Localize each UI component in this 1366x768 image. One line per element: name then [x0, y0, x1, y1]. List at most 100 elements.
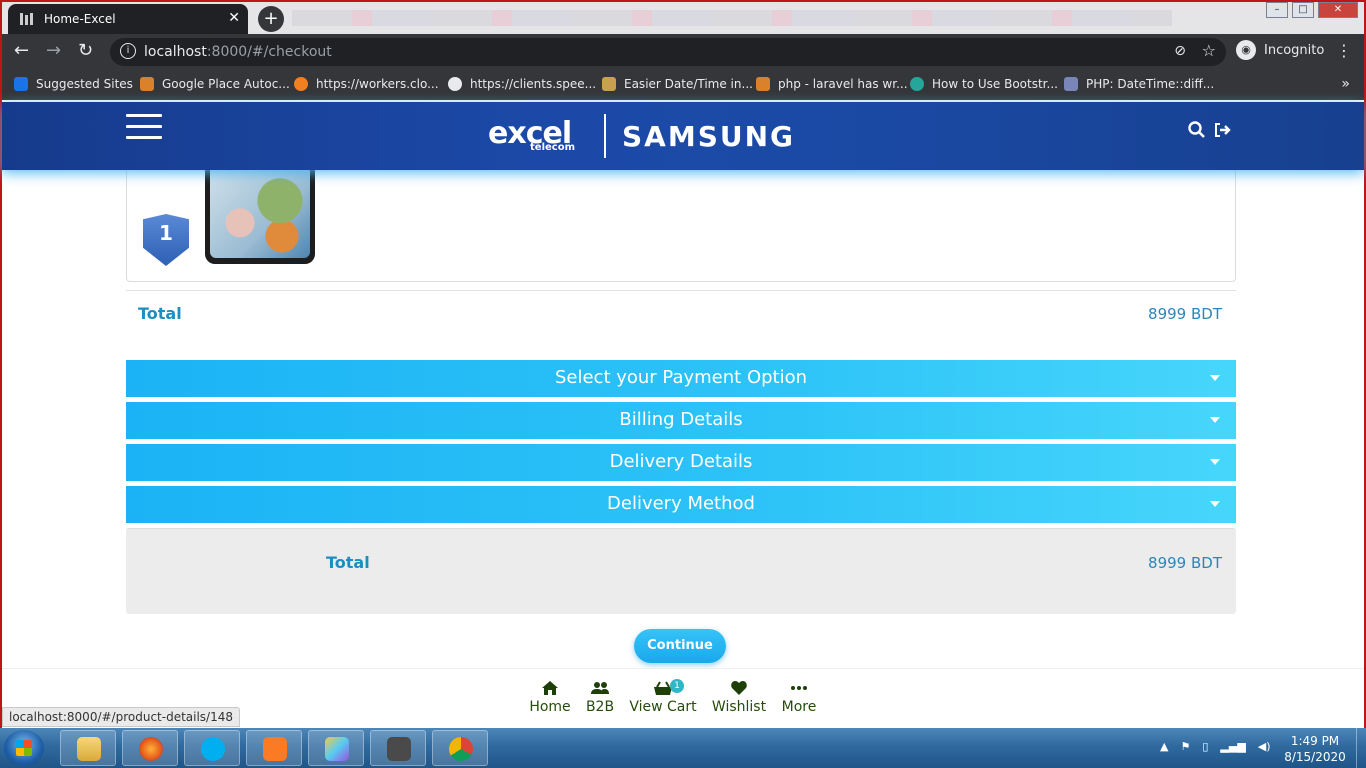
skype-taskbar-icon[interactable] [184, 730, 240, 766]
bookmark-label: Google Place Autoc... [162, 77, 290, 91]
bookmark-favicon [910, 77, 924, 91]
system-tray: ▲ ⚑ ▯ ▂▄▆ ◀) [1160, 740, 1271, 753]
bookmark-favicon [1064, 77, 1078, 91]
summary-total-value: 8999 BDT [1148, 554, 1222, 572]
nav-view-cart[interactable]: 1 View Cart [628, 679, 698, 715]
nav-more[interactable]: More [781, 681, 817, 715]
system-clock[interactable]: 1:49 PM 8/15/2020 [1280, 733, 1350, 765]
section-title: Delivery Details [609, 451, 753, 472]
address-bar[interactable]: i localhost:8000/#/checkout ⊘ ☆ [110, 38, 1226, 66]
url-text[interactable]: localhost:8000/#/checkout [144, 44, 332, 60]
tracking-blocked-icon[interactable]: ⊘ [1174, 43, 1186, 59]
new-tab-button[interactable]: + [258, 6, 284, 32]
site-info-icon[interactable]: i [120, 43, 136, 59]
explorer-taskbar-icon[interactable] [60, 730, 116, 766]
bookmark-item[interactable]: Easier Date/Time in... [602, 77, 753, 91]
total-label: Total [138, 304, 182, 323]
telecom-logo-text: telecom [530, 142, 575, 153]
tab-strip: Home-Excel ✕ + – □ ✕ [2, 2, 1364, 34]
bookmark-item[interactable]: php - laravel has wr... [756, 77, 908, 91]
show-hidden-icons-icon[interactable]: ▲ [1160, 740, 1168, 753]
sublime-taskbar-icon[interactable] [370, 730, 426, 766]
users-icon [585, 681, 615, 699]
bookmark-favicon [294, 77, 308, 91]
show-desktop-button[interactable] [1356, 728, 1366, 768]
forward-icon[interactable]: → [46, 40, 61, 61]
bookmark-item[interactable]: Google Place Autoc... [140, 77, 290, 91]
clock-time: 1:49 PM [1290, 734, 1340, 748]
bookmark-item[interactable]: How to Use Bootstr... [910, 77, 1058, 91]
nav-b2b[interactable]: B2B [585, 681, 615, 715]
tab-title: Home-Excel [44, 12, 116, 26]
bookmark-favicon [602, 77, 616, 91]
url-path: :8000/#/checkout [206, 44, 332, 60]
bookmark-label: https://workers.clo... [316, 77, 439, 91]
delivery-details-section[interactable]: Delivery Details [126, 444, 1236, 481]
nav-label: More [781, 699, 817, 715]
url-host: localhost [144, 44, 207, 60]
chevron-down-icon [1210, 375, 1220, 381]
close-tab-icon[interactable]: ✕ [228, 10, 240, 26]
bookmark-label: Suggested Sites [36, 77, 133, 91]
warranty-badge: 1 [143, 214, 189, 266]
delivery-method-section[interactable]: Delivery Method [126, 486, 1236, 523]
more-bookmarks-icon[interactable]: » [1341, 76, 1350, 92]
bookmark-item[interactable]: https://clients.spee... [448, 77, 596, 91]
xampp-taskbar-icon[interactable] [246, 730, 302, 766]
section-title: Delivery Method [607, 493, 755, 514]
payment-option-section[interactable]: Select your Payment Option [126, 360, 1236, 397]
nav-label: Home [529, 699, 571, 715]
start-button[interactable] [4, 730, 44, 766]
window-controls: – □ ✕ [1266, 2, 1358, 20]
order-summary: Total 8999 BDT [126, 528, 1236, 614]
incognito-label: Incognito [1264, 42, 1325, 58]
product-image[interactable] [205, 166, 315, 264]
total-value: 8999 BDT [1148, 305, 1222, 323]
bookmark-item[interactable]: https://workers.clo... [294, 77, 439, 91]
nav-home[interactable]: Home [529, 681, 571, 715]
continue-button[interactable]: Continue [634, 629, 726, 663]
background-tabs[interactable] [292, 10, 1172, 26]
product-card: 1 [126, 166, 1236, 282]
bookmark-favicon [14, 77, 28, 91]
heart-icon [711, 681, 767, 699]
firefox-taskbar-icon[interactable] [122, 730, 178, 766]
bookmark-item[interactable]: Suggested Sites [14, 77, 133, 91]
logout-icon[interactable] [1213, 121, 1231, 143]
site-header: excel telecom SAMSUNG [2, 102, 1364, 170]
samsung-logo[interactable]: SAMSUNG [622, 120, 795, 153]
browser-menu-icon[interactable]: ⋮ [1336, 41, 1352, 60]
chrome-taskbar-icon[interactable] [432, 730, 488, 766]
nav-wishlist[interactable]: Wishlist [711, 681, 767, 715]
section-title: Billing Details [619, 409, 743, 430]
minimize-icon[interactable]: – [1266, 2, 1288, 18]
billing-details-section[interactable]: Billing Details [126, 402, 1236, 439]
bookmark-star-icon[interactable]: ☆ [1202, 41, 1216, 60]
browser-tab[interactable]: Home-Excel ✕ [8, 4, 248, 34]
incognito-icon: ◉ [1236, 40, 1256, 60]
browser-toolbar: ← → ↻ i localhost:8000/#/checkout ⊘ ☆ ◉ … [2, 34, 1364, 70]
network-icon[interactable]: ▂▄▆ [1220, 740, 1245, 753]
app-taskbar-icon[interactable] [308, 730, 364, 766]
incognito-badge[interactable]: ◉ Incognito [1236, 40, 1324, 60]
back-icon[interactable]: ← [14, 40, 29, 61]
clock-date: 8/15/2020 [1284, 750, 1346, 764]
close-window-icon[interactable]: ✕ [1318, 2, 1358, 18]
action-center-icon[interactable]: ⚑ [1180, 740, 1190, 753]
maximize-icon[interactable]: □ [1292, 2, 1314, 18]
search-icon[interactable] [1188, 121, 1206, 143]
battery-icon[interactable]: ▯ [1202, 740, 1208, 753]
nav-label: B2B [585, 699, 615, 715]
bookmark-label: php - laravel has wr... [778, 77, 908, 91]
status-bar-url: localhost:8000/#/product-details/148 [2, 707, 240, 727]
bookmark-label: PHP: DateTime::diff... [1086, 77, 1215, 91]
cart-count-badge: 1 [670, 679, 684, 693]
summary-total-label: Total [326, 553, 370, 572]
reload-icon[interactable]: ↻ [78, 40, 93, 61]
bookmark-item[interactable]: PHP: DateTime::diff... [1064, 77, 1214, 91]
chevron-down-icon [1210, 459, 1220, 465]
volume-icon[interactable]: ◀) [1258, 740, 1271, 753]
hamburger-menu-icon[interactable] [126, 114, 162, 140]
logo-divider [604, 114, 606, 158]
bookmarks-bar: Suggested Sites Google Place Autoc... ht… [2, 70, 1364, 100]
